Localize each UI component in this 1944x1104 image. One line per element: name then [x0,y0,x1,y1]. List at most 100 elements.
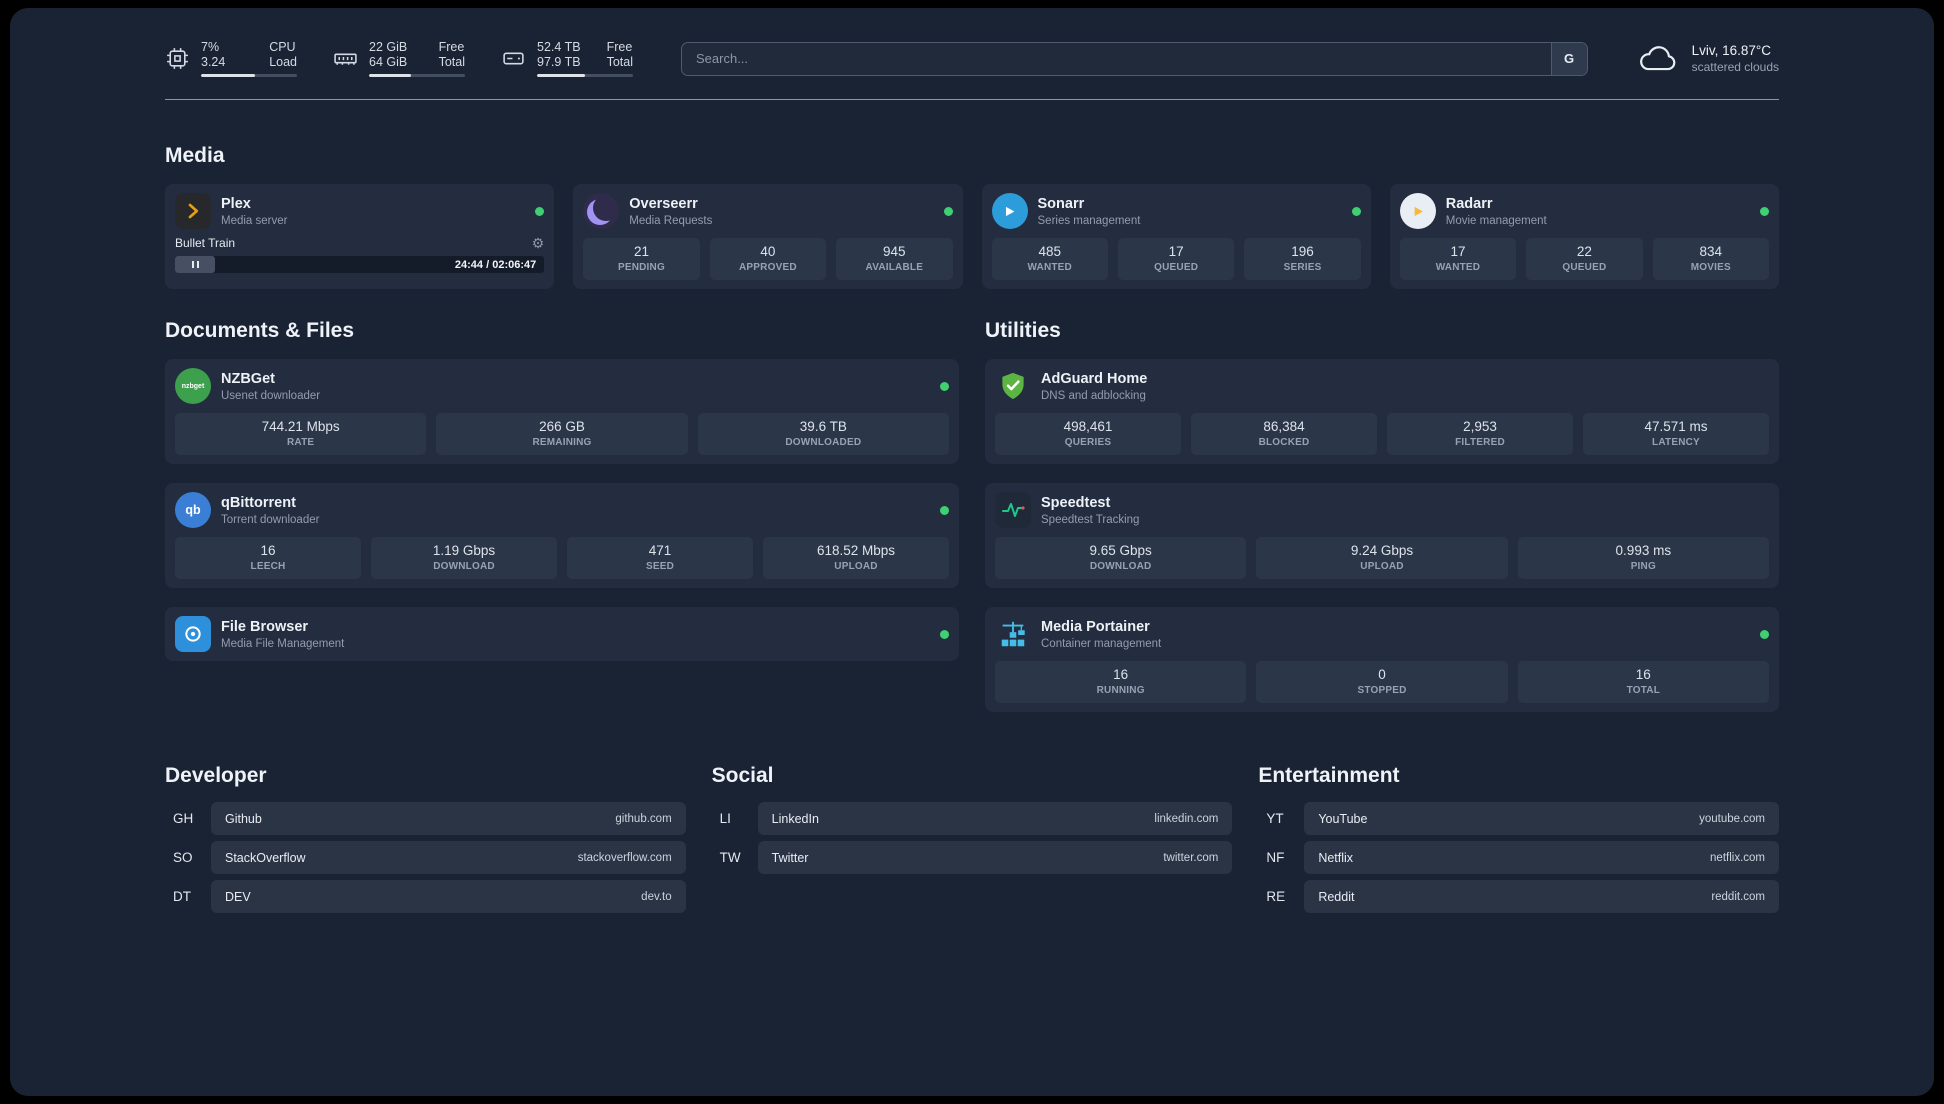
stat-tile: 40 APPROVED [709,238,827,280]
memory-total-label: Total [438,55,465,69]
disk-total-label: Total [606,55,633,69]
memory-progress-fill [369,74,412,77]
bookmark-reddit[interactable]: RE Reddit reddit.com [1258,880,1779,913]
service-name: Plex [221,195,251,212]
plex-icon [175,193,211,229]
pause-button[interactable] [175,256,215,273]
qbittorrent-icon: qb [175,492,211,528]
stat-tile: 834 MOVIES [1652,238,1770,280]
portainer-icon [995,616,1031,652]
memory-progress-track [369,74,465,77]
status-dot [535,206,545,216]
bookmark-linkedin[interactable]: LI LinkedIn linkedin.com [712,802,1233,835]
service-desc: Torrent downloader [221,513,320,526]
stat-tile: 47.571 ms LATENCY [1583,413,1769,455]
service-name: Speedtest [1041,494,1111,511]
stat-tile: 0 STOPPED [1256,661,1508,703]
service-name: AdGuard Home [1041,370,1148,387]
entertainment-column: Entertainment YT YouTube youtube.com NF … [1258,764,1779,913]
stat-tile: 266 GB REMAINING [436,413,688,455]
status-dot [943,206,953,216]
service-desc: DNS and adblocking [1041,389,1146,402]
service-desc: Movie management [1445,214,1547,227]
social-section-title: Social [711,764,774,787]
status-dot [940,629,949,639]
service-card-nzbget[interactable]: nzbget NZBGet Usenet downloader 744.21 M… [165,359,959,464]
speedtest-icon [995,492,1031,528]
service-card-filebrowser[interactable]: File Browser Media File Management [165,607,959,661]
cpu-label: CPU [269,40,296,54]
media-grid: Plex Media server Bullet Train ⚙ 24:44 /… [165,184,1779,289]
disk-free-label: Free [606,40,633,54]
media-section-title: Media [165,144,225,167]
service-card-adguard[interactable]: AdGuard Home DNS and adblocking 498,461 … [985,359,1779,464]
stat-tile: 618.52 Mbps UPLOAD [763,537,949,579]
system-widgets: 7% 3.24 CPU Load 22 GiB 64 GiB Free Tota… [165,40,633,77]
disk-free: 52.4 TB [537,40,581,54]
gear-icon[interactable]: ⚙ [532,236,545,250]
social-column: Social LI LinkedIn linkedin.com TW Twitt… [712,764,1233,913]
stat-tile: 16 TOTAL [1517,661,1769,703]
stat-tile: 21 PENDING [583,238,700,280]
search-box: G [681,41,1588,76]
documents-section-title: Documents & Files [165,319,355,342]
status-dot [1760,206,1769,216]
service-card-speedtest[interactable]: Speedtest Speedtest Tracking 9.65 Gbps D… [985,483,1779,588]
stat-tile: 16 LEECH [175,537,361,579]
overseerr-icon [583,193,620,229]
stat-tile: 196 SERIES [1244,238,1361,280]
stat-tile: 945 AVAILABLE [836,238,953,280]
service-name: Overseerr [629,195,698,212]
service-desc: Media Requests [629,214,713,227]
service-card-portainer[interactable]: Media Portainer Container management 16 … [985,607,1779,712]
service-card-radarr[interactable]: Radarr Movie management 17 WANTED 22 QUE… [1389,184,1779,289]
status-dot [940,505,949,515]
weather-location: Lviv, 16.87°C [1691,43,1772,58]
service-card-overseerr[interactable]: Overseerr Media Requests 21 PENDING 40 A… [573,184,963,289]
developer-column: Developer GH Github github.com SO StackO… [165,764,686,913]
bookmark-stackoverflow[interactable]: SO StackOverflow stackoverflow.com [165,841,686,874]
stat-tile: 485 WANTED [991,238,1108,280]
pause-icon [196,261,199,268]
bookmark-twitter[interactable]: TW Twitter twitter.com [712,841,1233,874]
stat-tile: 1.19 Gbps DOWNLOAD [371,537,557,579]
service-desc: Usenet downloader [221,389,321,402]
dashboard-frame: 7% 3.24 CPU Load 22 GiB 64 GiB Free Tota… [10,8,1934,1096]
radarr-icon [1399,193,1436,229]
stat-tile: 9.24 Gbps UPLOAD [1256,537,1508,579]
filebrowser-icon [175,616,211,652]
bookmark-netflix[interactable]: NF Netflix netflix.com [1258,841,1779,874]
service-name: Radarr [1445,195,1493,212]
stat-tile: 86,384 BLOCKED [1191,413,1377,455]
search-provider-button[interactable]: G [1550,42,1587,75]
stat-tile: 744.21 Mbps RATE [175,413,427,455]
stat-tile: 39.6 TB DOWNLOADED [697,413,949,455]
search-input[interactable] [682,42,1551,75]
adguard-icon [995,368,1031,404]
service-card-qbittorrent[interactable]: qb qBittorrent Torrent downloader 16 LEE… [165,483,959,588]
service-name: NZBGet [221,370,275,387]
cpu-load: 3.24 [201,55,226,69]
memory-widget: 22 GiB 64 GiB Free Total [333,40,465,77]
service-name: File Browser [221,618,309,635]
bookmark-github[interactable]: GH Github github.com [165,802,686,835]
stat-tile: 9.65 Gbps DOWNLOAD [995,537,1247,579]
disk-widget: 52.4 TB 97.9 TB Free Total [501,40,633,77]
stat-tile: 471 SEED [567,537,753,579]
utilities-section-title: Utilities [985,319,1061,342]
disk-icon [503,52,524,65]
bookmark-dev[interactable]: DT DEV dev.to [165,880,686,913]
playback-progress-bar[interactable]: 24:44 / 02:06:47 [175,256,545,273]
service-card-sonarr[interactable]: Sonarr Series management 485 WANTED 17 Q… [981,184,1371,289]
developer-section-title: Developer [165,764,267,787]
memory-free-label: Free [438,40,465,54]
disk-progress-track [537,74,633,77]
weather-widget: Lviv, 16.87°C scattered clouds [1636,43,1779,75]
service-name: Media Portainer [1041,618,1150,635]
bookmark-youtube[interactable]: YT YouTube youtube.com [1258,802,1779,835]
stat-tile: 498,461 QUERIES [995,413,1181,455]
cpu-icon [167,48,188,69]
service-card-plex[interactable]: Plex Media server Bullet Train ⚙ 24:44 /… [165,184,555,289]
utilities-column: Utilities AdGuard Home DNS and adblockin… [985,319,1779,712]
service-desc: Container management [1041,637,1162,650]
